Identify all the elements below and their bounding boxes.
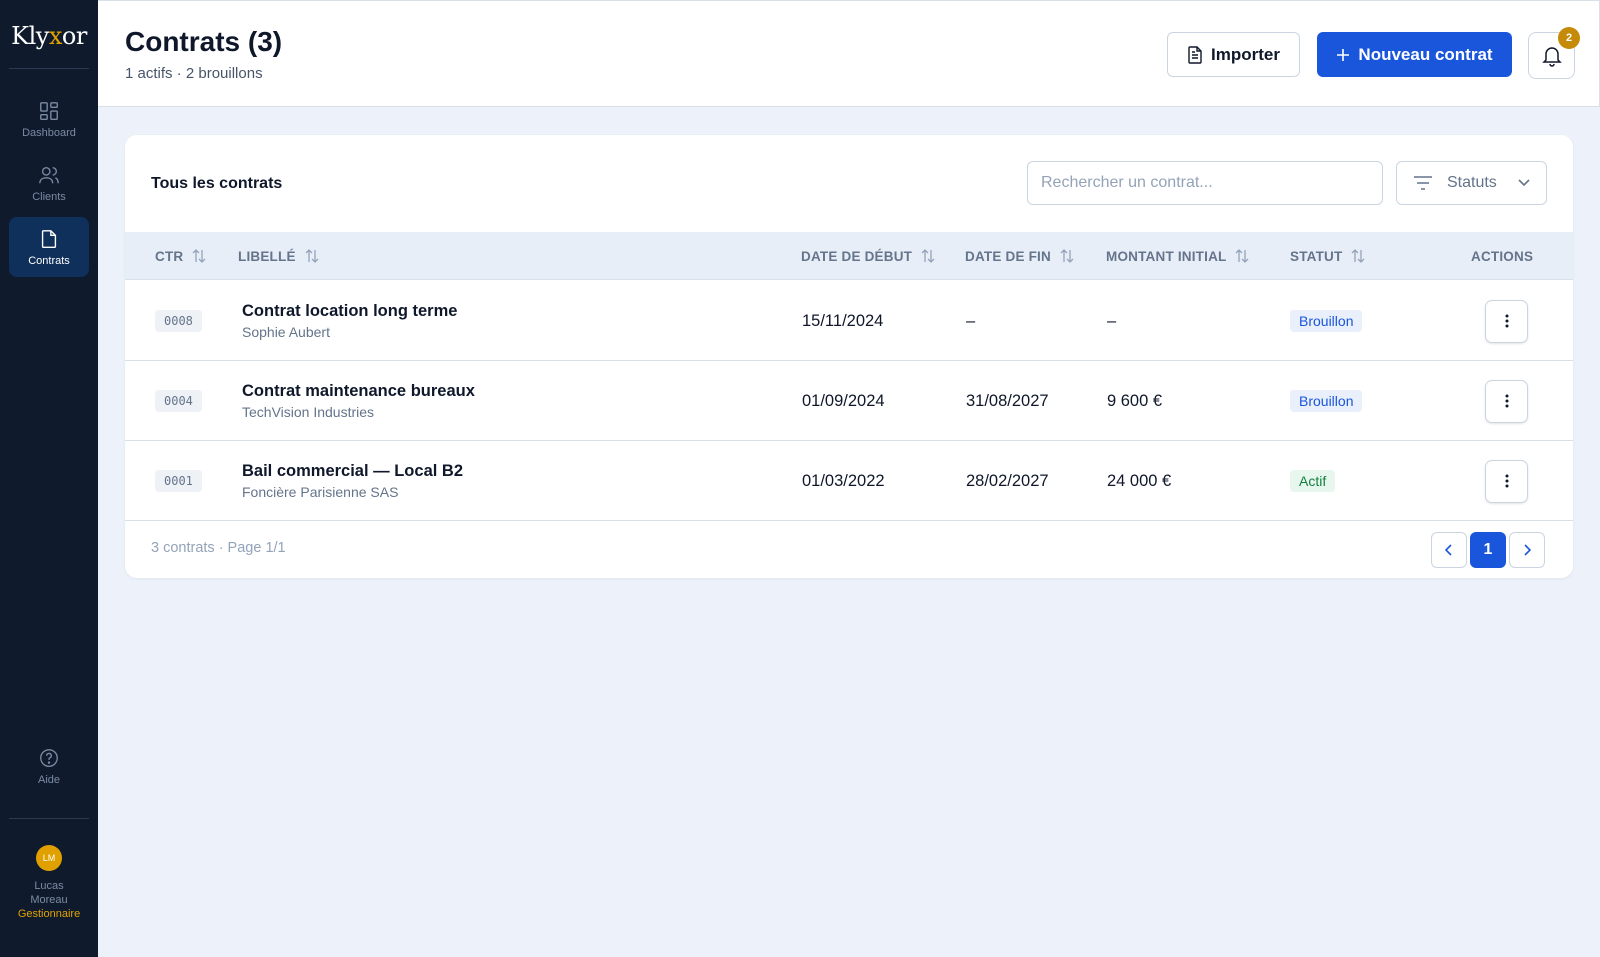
plus-icon <box>1337 48 1350 61</box>
column-header-date-fin[interactable]: DATE DE FIN <box>965 232 1075 280</box>
bell-icon <box>1541 46 1562 67</box>
page-subtitle: 1 actifs · 2 brouillons <box>125 65 263 82</box>
column-header-label: STATUT <box>1290 248 1343 264</box>
contract-client: TechVision Industries <box>242 404 375 420</box>
status-badge: Brouillon <box>1290 310 1363 332</box>
sort-icon <box>1236 249 1249 263</box>
column-header-label: ACTIONS <box>1471 248 1534 264</box>
status-filter-dropdown[interactable]: Statuts <box>1396 161 1547 205</box>
table-footer: 3 contrats · Page 1/1 1 <box>125 521 1573 578</box>
chevron-down-icon <box>1518 179 1530 187</box>
status-badge: Actif <box>1290 470 1336 492</box>
contract-code: 0001 <box>155 470 202 492</box>
sidebar-item-dashboard[interactable]: Dashboard <box>9 89 89 149</box>
sort-icon <box>192 249 206 263</box>
contracts-card: Tous les contrats Statuts CTR LIBELLÉ DA… <box>125 135 1573 578</box>
contract-code: 0008 <box>155 310 202 332</box>
contract-title[interactable]: Contrat location long terme <box>242 302 457 321</box>
sort-icon <box>1351 249 1365 263</box>
contract-end-date: – <box>966 311 976 330</box>
document-icon <box>41 229 57 248</box>
table-header: CTR LIBELLÉ DATE DE DÉBUT DATE DE FIN MO… <box>125 232 1573 280</box>
import-button[interactable]: Importer <box>1167 32 1300 77</box>
row-actions-button[interactable] <box>1485 459 1528 503</box>
prev-page-button[interactable] <box>1431 532 1467 568</box>
table-row[interactable]: 0001 Bail commercial — Local B2 Foncière… <box>125 441 1573 521</box>
row-actions-button[interactable] <box>1485 379 1528 423</box>
user-role: Gestionnaire <box>17 908 81 920</box>
notification-badge: 2 <box>1558 27 1580 49</box>
column-header-statut[interactable]: STATUT <box>1290 232 1366 280</box>
sidebar-item-label: Dashboard <box>22 126 76 139</box>
new-contract-button-label: Nouveau contrat <box>1358 44 1493 64</box>
column-header-actions: ACTIONS <box>1471 232 1533 280</box>
more-vertical-icon <box>1505 474 1508 488</box>
sidebar-item-aide[interactable]: Aide <box>9 736 89 796</box>
sort-icon <box>305 249 319 263</box>
sidebar-item-contrats[interactable]: Contrats <box>9 217 89 277</box>
contract-start-date: 01/09/2024 <box>802 391 885 410</box>
file-import-icon <box>1188 45 1202 64</box>
column-header-montant[interactable]: MONTANT INITIAL <box>1106 232 1250 280</box>
sort-icon <box>921 249 935 263</box>
column-header-libelle[interactable]: LIBELLÉ <box>238 232 320 280</box>
table-row[interactable]: 0004 Contrat maintenance bureaux TechVis… <box>125 361 1573 441</box>
user-first-name: Lucas <box>34 880 64 892</box>
contract-client: Foncière Parisienne SAS <box>242 484 399 500</box>
column-header-label: LIBELLÉ <box>238 248 296 264</box>
contract-client: Sophie Aubert <box>242 324 330 340</box>
status-filter-label: Statuts <box>1447 174 1497 191</box>
user-profile[interactable]: LM Lucas Moreau Gestionnaire <box>18 845 80 921</box>
card-title: Tous les contrats <box>151 175 283 192</box>
sidebar-item-label: Aide <box>37 773 61 786</box>
column-header-label: MONTANT INITIAL <box>1106 248 1227 264</box>
sidebar-item-label: Contrats <box>28 254 70 267</box>
sidebar: Klyxor Dashboard Clients Contrats Aide L… <box>0 0 98 957</box>
next-page-button[interactable] <box>1509 532 1545 568</box>
more-vertical-icon <box>1505 314 1508 328</box>
contract-end-date: 28/02/2027 <box>966 471 1049 490</box>
notifications-button[interactable]: 2 <box>1528 27 1580 79</box>
help-circle-icon <box>40 748 58 767</box>
contract-end-date: 31/08/2027 <box>966 391 1049 410</box>
page-button-1[interactable]: 1 <box>1470 532 1506 568</box>
row-actions-button[interactable] <box>1485 299 1528 343</box>
sidebar-item-clients[interactable]: Clients <box>9 153 89 213</box>
pagination-summary: 3 contrats · Page 1/1 <box>151 540 286 556</box>
contract-title[interactable]: Contrat maintenance bureaux <box>242 382 475 401</box>
status-badge: Brouillon <box>1290 390 1363 412</box>
search-input[interactable] <box>1027 161 1383 205</box>
contract-start-date: 01/03/2022 <box>802 471 885 490</box>
column-header-label: CTR <box>155 248 184 264</box>
page-header: Contrats (3) 1 actifs · 2 brouillons Imp… <box>98 0 1600 107</box>
avatar: LM <box>36 845 62 871</box>
users-icon <box>39 166 59 183</box>
table-row[interactable]: 0008 Contrat location long terme Sophie … <box>125 281 1573 361</box>
app-logo[interactable]: Klyxor <box>11 22 87 50</box>
chevron-left-icon <box>1445 544 1452 556</box>
more-vertical-icon <box>1505 394 1508 408</box>
sidebar-divider <box>9 68 89 69</box>
sidebar-divider <box>9 818 89 819</box>
filter-icon <box>1414 176 1432 190</box>
chevron-right-icon <box>1524 544 1531 556</box>
grid-icon <box>40 101 58 120</box>
column-header-label: DATE DE FIN <box>965 248 1051 264</box>
column-header-date-debut[interactable]: DATE DE DÉBUT <box>801 232 936 280</box>
page-title: Contrats (3) <box>125 26 283 57</box>
contract-amount: – <box>1107 311 1117 330</box>
contract-amount: 24 000 € <box>1107 471 1172 490</box>
sort-icon <box>1060 249 1074 263</box>
contract-code: 0004 <box>155 390 202 412</box>
contract-start-date: 15/11/2024 <box>802 311 884 330</box>
column-header-ctr[interactable]: CTR <box>155 232 207 280</box>
sidebar-item-label: Clients <box>32 190 66 203</box>
column-header-label: DATE DE DÉBUT <box>801 248 913 264</box>
new-contract-button[interactable]: Nouveau contrat <box>1317 32 1512 77</box>
contract-amount: 9 600 € <box>1107 391 1163 410</box>
user-last-name: Moreau <box>30 894 68 906</box>
import-button-label: Importer <box>1211 44 1280 64</box>
contract-title[interactable]: Bail commercial — Local B2 <box>242 462 463 481</box>
